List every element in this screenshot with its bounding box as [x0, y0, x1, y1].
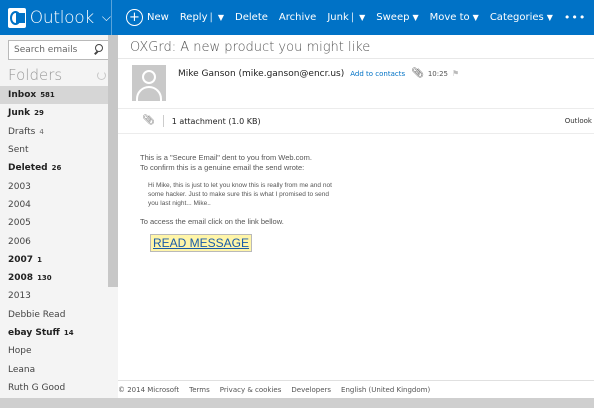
folder-item[interactable]: ebay Stuff 14 [0, 324, 108, 342]
add-to-contacts-link[interactable]: Add to contacts [350, 70, 405, 78]
message-time: 10:25 [427, 69, 449, 78]
folder-name: Sent [8, 145, 29, 156]
folders-header: Folders [8, 65, 108, 85]
paperclip-icon: 📎︎ [142, 115, 164, 127]
message-body: This is a "Secure Email" dent to you fro… [140, 153, 580, 252]
folder-name: Drafts [8, 126, 36, 137]
folder-item[interactable]: Sent [0, 141, 108, 159]
chevron-down-icon[interactable]: ▼ [218, 13, 224, 22]
chevron-down-icon[interactable]: ▼ [359, 13, 365, 22]
folder-item[interactable]: 2004 [0, 196, 108, 214]
folder-name: Inbox [8, 90, 37, 101]
folder-unread-count: 4 [39, 127, 44, 136]
folder-item[interactable]: 2003 [0, 177, 108, 195]
folder-pane-scrollbar[interactable] [108, 35, 118, 287]
folder-name: 2007 [8, 254, 34, 265]
app-name: Outlook [29, 7, 94, 28]
paperclip-icon: 📎︎ [411, 68, 424, 79]
app-launcher[interactable]: Outlook ⌵ [0, 0, 112, 35]
folder-item[interactable]: 2008 130 [0, 269, 108, 287]
folder-list: Inbox 581 Junk 29 Drafts 4 Sent Deleted 26 2003 20… [0, 86, 108, 397]
folder-unread-count: 130 [37, 274, 52, 283]
folders-title: Folders [8, 66, 63, 84]
junk-button[interactable]: Junk | ▼ [327, 12, 365, 23]
folder-name: Deleted [8, 163, 48, 174]
chevron-down-icon: ⌵ [101, 10, 111, 24]
attachment-source: Outlook [564, 117, 592, 125]
chevron-down-icon: ▼ [546, 13, 553, 22]
sender-line: Mike Ganson (mike.ganson@encr.us) Add to… [178, 68, 459, 79]
body-intro: This is a "Secure Email" dent to you fro… [140, 153, 312, 172]
move-to-button[interactable]: Move to ▼ [430, 12, 479, 23]
categories-button[interactable]: Categories ▼ [490, 12, 553, 23]
body-access-text: To access the email click on the link be… [140, 217, 284, 226]
chevron-down-icon: ▼ [472, 13, 479, 22]
attachment-bar: 📎︎ 1 attachment (1.0 KB) Outlook [118, 108, 594, 134]
folder-name: 2006 [8, 236, 31, 247]
message-header: Mike Ganson (mike.ganson@encr.us) Add to… [118, 58, 594, 108]
folder-item[interactable]: Hope [0, 342, 108, 360]
folder-item[interactable]: 2005 [0, 214, 108, 232]
sender-name[interactable]: Mike Ganson (mike.ganson@encr.us) [178, 69, 344, 79]
terms-link[interactable]: Terms [189, 386, 210, 394]
folder-item[interactable]: Deleted 26 [0, 159, 108, 177]
delete-button[interactable]: Delete [235, 12, 268, 23]
language-link[interactable]: English (United Kingdom) [341, 386, 430, 394]
folder-name: 2004 [8, 199, 31, 210]
folder-item[interactable]: Inbox 581 [0, 86, 108, 105]
outlook-logo-icon [8, 7, 26, 28]
archive-button[interactable]: Archive [279, 12, 316, 23]
search-box[interactable]: Search emails [8, 40, 111, 60]
privacy-link[interactable]: Privacy & cookies [220, 386, 282, 394]
flag-icon[interactable]: ⚑ [452, 69, 459, 78]
plus-icon: + [126, 9, 143, 26]
message-subject: OXGrd: A new product you might like [130, 40, 371, 55]
avatar [132, 65, 166, 101]
top-bar: Outlook ⌵ + New Reply | ▼ Delete Archive… [0, 0, 594, 35]
body-quote: Hi Mike, this is just to let you know th… [148, 182, 332, 207]
sweep-button[interactable]: Sweep ▼ [376, 12, 418, 23]
attachment-summary[interactable]: 1 attachment (1.0 KB) [172, 117, 261, 126]
folder-item[interactable]: Debbie Read [0, 306, 108, 324]
footer: © 2014 Microsoft Terms Privacy & cookies… [118, 380, 594, 398]
search-icon[interactable] [92, 43, 106, 57]
reply-button[interactable]: Reply | ▼ [180, 12, 224, 23]
folder-name: 2008 [8, 273, 34, 284]
folder-name: Hope [8, 346, 32, 357]
folder-unread-count: 26 [51, 164, 62, 173]
folder-name: 2013 [8, 291, 31, 302]
folder-unread-count: 29 [34, 109, 44, 118]
folder-name: Junk [8, 108, 31, 119]
more-actions-button[interactable]: ••• [564, 11, 586, 24]
folder-name: Debbie Read [8, 309, 66, 320]
folder-item[interactable]: 2007 1 [0, 251, 108, 269]
folder-unread-count: 581 [40, 91, 55, 100]
folder-item[interactable]: Ruth G Good [0, 379, 108, 397]
folder-name: 2003 [8, 181, 31, 192]
command-bar: + New Reply | ▼ Delete Archive Junk | ▼ … [112, 0, 594, 35]
folder-name: Ruth G Good [8, 382, 66, 393]
developers-link[interactable]: Developers [291, 386, 331, 394]
copyright-text: © 2014 Microsoft [118, 385, 180, 394]
read-message-link[interactable]: READ MESSAGE [150, 234, 253, 252]
folder-unread-count: 1 [37, 255, 42, 264]
status-strip [0, 398, 594, 408]
folder-name: 2005 [8, 218, 31, 229]
folder-name: ebay Stuff [8, 328, 60, 338]
folder-pane: Search emails Folders Inbox 581 Junk 29 Draf… [0, 35, 118, 398]
search-input[interactable]: Search emails [14, 45, 92, 55]
folder-item[interactable]: Drafts 4 [0, 123, 108, 141]
folder-item[interactable]: Leana [0, 360, 108, 378]
folder-item[interactable]: 2013 [0, 287, 108, 305]
folder-name: Leana [8, 364, 36, 375]
folder-unread-count: 14 [63, 329, 74, 337]
refresh-icon[interactable] [97, 70, 106, 80]
folder-item[interactable]: Junk 29 [0, 104, 108, 122]
folder-item[interactable]: 2006 [0, 232, 108, 250]
chevron-down-icon: ▼ [412, 13, 419, 22]
new-button[interactable]: + New [126, 9, 169, 26]
